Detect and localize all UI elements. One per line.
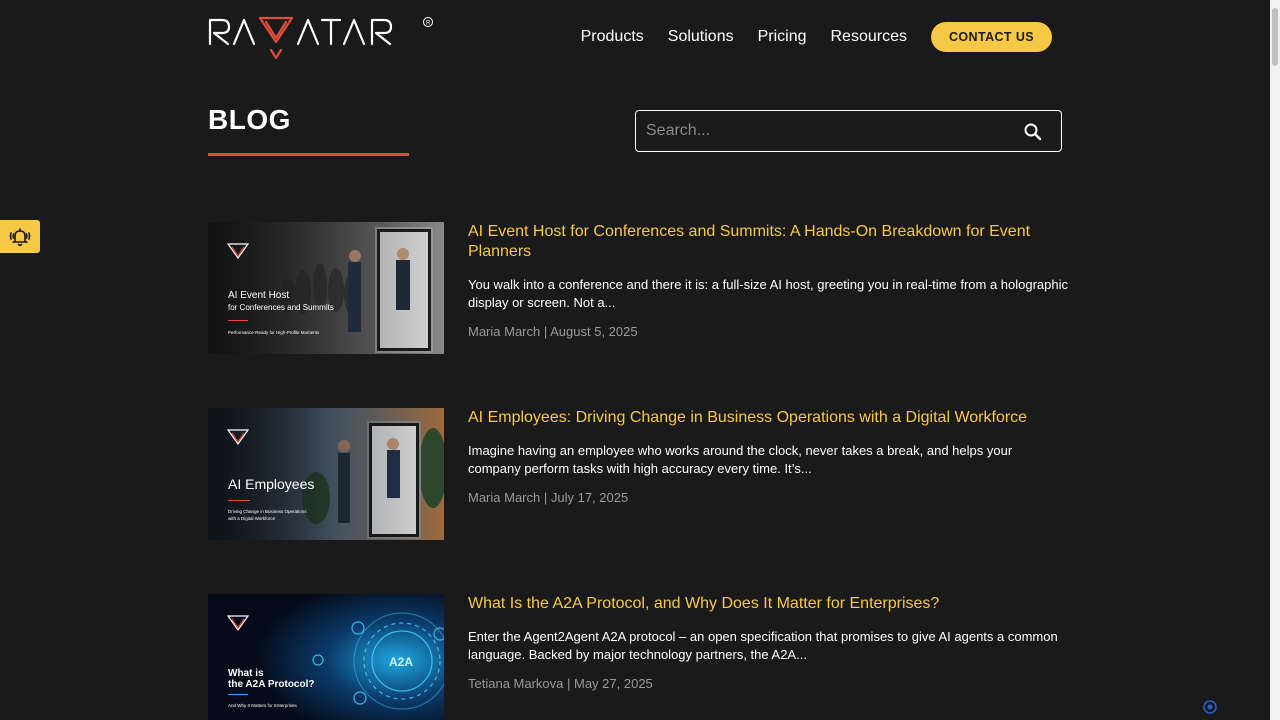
post-excerpt: Enter the Agent2Agent A2A protocol – an … [468,629,1058,662]
svg-text:R: R [426,21,431,27]
post-meta: Tetiana Markova | May 27, 2025 [468,676,1068,691]
nav-products[interactable]: Products [581,28,644,46]
title-underline [208,153,409,156]
post-excerpt: Imagine having an employee who works aro… [468,443,1013,476]
post-title-link[interactable]: What Is the A2A Protocol, and Why Does I… [468,594,1068,614]
nav-pricing[interactable]: Pricing [758,28,807,46]
nav-resources[interactable]: Resources [831,28,907,46]
thumb-line2: Driving Change in Business Operations [228,509,307,514]
post-title-link[interactable]: AI Event Host for Conferences and Summit… [468,222,1068,262]
notification-tab[interactable] [0,220,40,253]
thumb-line3: with a Digital Workforce [228,516,276,521]
post-date: July 17, 2025 [550,490,629,505]
post-thumbnail[interactable]: AI Event Host for Conferences and Summit… [208,222,444,354]
thumb-line1: AI Employees [228,476,314,492]
search-box [635,110,1062,152]
site-header: R Products Solutions Pricing Resources C… [0,0,1270,80]
thumb-line1: AI Event Host [228,290,289,301]
scrollbar-thumb[interactable] [1272,8,1278,66]
page-title: BLOG [208,104,291,135]
post-date: May 27, 2025 [574,676,653,691]
post-title-link[interactable]: AI Employees: Driving Change in Business… [468,408,1068,428]
post-author: Maria March [468,490,541,505]
nav-solutions[interactable]: Solutions [668,28,734,46]
thumb-badge: A2A [389,655,413,669]
thumb-line1: What is [228,668,264,679]
post-author: Tetiana Markova [468,676,564,691]
thumb-line2: for Conferences and Summits [228,303,334,312]
post-excerpt: You walk into a conference and there it … [468,277,1069,310]
search-icon[interactable] [1023,122,1043,142]
ravatar-logo[interactable]: R [208,12,434,62]
post-meta: Maria March | August 5, 2025 [468,324,1068,339]
post-meta: Maria March | July 17, 2025 [468,490,1068,505]
alarm-bell-icon [9,227,31,246]
post-date: August 5, 2025 [550,324,638,339]
post-thumbnail[interactable]: AI Employees Driving Change in Business … [208,408,444,540]
page-scrollbar[interactable] [1270,0,1280,720]
post-body: What Is the A2A Protocol, and Why Does I… [468,594,1068,691]
thumb-line2: the A2A Protocol? [228,679,314,690]
thumb-line3: And Why It Matters for Enterprises [228,703,298,708]
contact-us-button[interactable]: CONTACT US [930,22,1052,52]
post-author: Maria March [468,324,541,339]
meta-separator: | [540,490,551,505]
logo-wordmark: R [208,16,433,60]
recaptcha-icon[interactable] [1202,699,1218,715]
thumb-line3: Performance-Ready for High-Profile Momen… [228,330,320,335]
search-input[interactable] [646,111,1016,150]
main-nav: Products Solutions Pricing Resources CON… [581,22,1052,52]
meta-separator: | [540,324,551,339]
post-body: AI Employees: Driving Change in Business… [468,408,1068,505]
post-thumbnail[interactable]: A2A What is the A2A Protocol? And Why It… [208,594,444,720]
post-body: AI Event Host for Conferences and Summit… [468,222,1068,339]
meta-separator: | [563,676,574,691]
